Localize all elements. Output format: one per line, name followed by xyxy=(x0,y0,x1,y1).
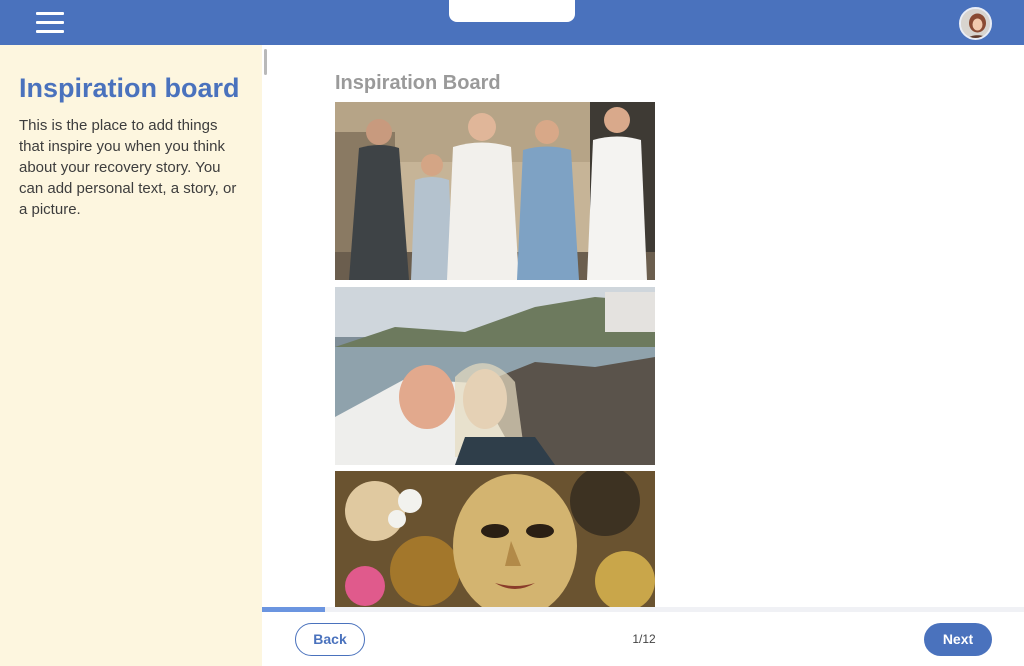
back-button[interactable]: Back xyxy=(295,623,365,656)
board-item-family-photo[interactable] xyxy=(335,102,655,280)
board-heading: Inspiration Board xyxy=(335,72,501,94)
hamburger-menu-icon[interactable] xyxy=(36,12,64,34)
sidebar-title: Inspiration board xyxy=(19,73,240,103)
sidebar: Inspiration board This is the place to a… xyxy=(0,45,262,666)
scroll-handle[interactable] xyxy=(264,49,267,75)
top-bar xyxy=(0,0,1024,45)
page-counter: 1/12 xyxy=(632,632,656,646)
next-button[interactable]: Next xyxy=(924,623,992,656)
top-tab xyxy=(449,0,575,22)
user-avatar[interactable] xyxy=(959,7,992,40)
sidebar-description: This is the place to add things that ins… xyxy=(19,117,237,218)
board-item-artwork-picture[interactable] xyxy=(335,471,655,607)
board-item-beach-selfie-photo[interactable] xyxy=(335,287,655,465)
